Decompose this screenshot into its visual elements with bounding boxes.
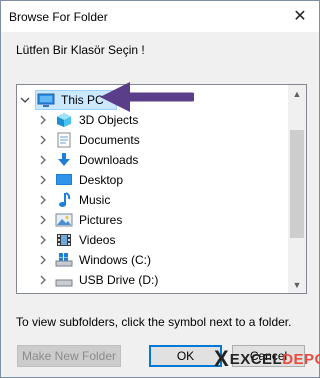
scrollbar-thumb[interactable] (290, 130, 304, 238)
videos-icon (55, 232, 73, 248)
tree-item-label: 3D Objects (79, 113, 139, 127)
tree-item-label: USB Drive (D:) (79, 273, 159, 287)
tree-item-label: Videos (79, 233, 116, 247)
ok-button[interactable]: OK (149, 345, 222, 367)
watermark-excel: EXCEL (229, 350, 283, 368)
watermark-logo: X EXCEL DEPO (214, 345, 320, 373)
pictures-icon (55, 212, 73, 228)
usb-drive-icon (55, 272, 73, 288)
chevron-right-icon[interactable] (37, 194, 49, 206)
window-title: Browse For Folder (9, 10, 108, 24)
tree-item-label: Windows (C:) (79, 253, 152, 267)
chevron-down-icon[interactable] (19, 94, 31, 106)
vertical-scrollbar[interactable]: ▲ ▼ (288, 85, 306, 293)
tree-item-pictures[interactable]: Pictures (37, 210, 306, 230)
tree-item-label: Music (79, 193, 111, 207)
tree-item-label: Downloads (79, 153, 139, 167)
chevron-right-icon[interactable] (37, 154, 49, 166)
browse-for-folder-dialog: Browse For Folder ✕ Lütfen Bir Klasör Se… (0, 0, 320, 378)
documents-icon (55, 132, 73, 148)
chevron-right-icon[interactable] (37, 214, 49, 226)
3d-objects-icon (55, 112, 73, 128)
make-new-folder-button[interactable]: Make New Folder (17, 345, 121, 367)
tree-item-desktop[interactable]: Desktop (37, 170, 306, 190)
computer-icon (37, 92, 55, 108)
chevron-right-icon[interactable] (37, 274, 49, 286)
close-button[interactable]: ✕ (287, 4, 313, 30)
tree-item-usb-drive[interactable]: USB Drive (D:) (37, 270, 306, 290)
tree-item-downloads[interactable]: Downloads (37, 150, 306, 170)
instruction-text: Lütfen Bir Klasör Seçin ! (16, 43, 145, 57)
annotation-arrow-icon (100, 82, 194, 112)
drive-icon (55, 252, 73, 268)
scroll-down-icon[interactable]: ▼ (288, 276, 306, 293)
title-bar: Browse For Folder ✕ (1, 1, 319, 32)
tree-item-music[interactable]: Music (37, 190, 306, 210)
hint-text: To view subfolders, click the symbol nex… (16, 315, 292, 329)
chevron-right-icon[interactable] (37, 174, 49, 186)
desktop-icon (55, 172, 73, 188)
chevron-right-icon[interactable] (37, 234, 49, 246)
tree-item-label: Documents (79, 133, 140, 147)
watermark-x: X (214, 346, 229, 371)
scroll-up-icon[interactable]: ▲ (288, 85, 306, 102)
downloads-icon (55, 152, 73, 168)
chevron-right-icon[interactable] (37, 134, 49, 146)
chevron-right-icon[interactable] (37, 254, 49, 266)
music-icon (55, 192, 73, 208)
watermark-depo: DEPO (282, 350, 320, 368)
tree-item-videos[interactable]: Videos (37, 230, 306, 250)
tree-item-windows-c[interactable]: Windows (C:) (37, 250, 306, 270)
tree-item-label: Pictures (79, 213, 123, 227)
tree-item-documents[interactable]: Documents (37, 130, 306, 150)
folder-tree[interactable]: This PC 3D Objects Documents Downloads D… (16, 84, 307, 294)
chevron-right-icon[interactable] (37, 114, 49, 126)
tree-item-label: Desktop (79, 173, 124, 187)
